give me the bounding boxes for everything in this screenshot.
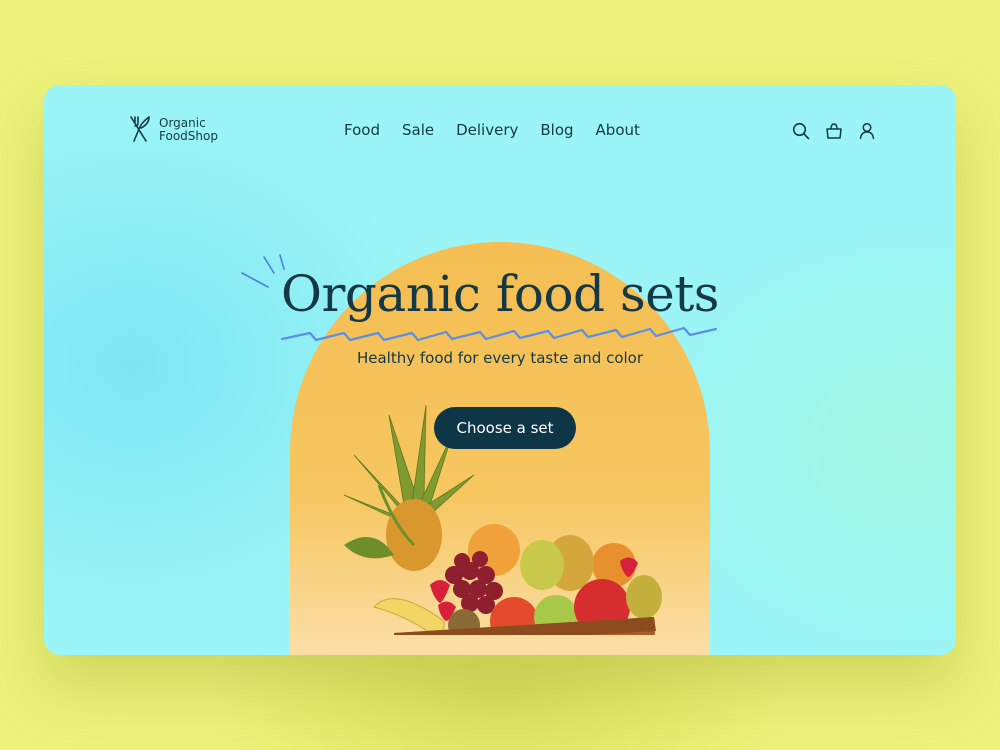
nav-blog[interactable]: Blog xyxy=(540,121,573,139)
search-button[interactable] xyxy=(791,121,810,140)
landing-card: Organic FoodShop Food Sale Delivery Blog… xyxy=(44,85,956,655)
nav-sale[interactable]: Sale xyxy=(402,121,434,139)
account-button[interactable] xyxy=(857,121,876,140)
fork-knife-icon xyxy=(130,116,150,142)
hero-title: Organic food sets xyxy=(281,265,719,323)
brand-line-2: FoodShop xyxy=(159,129,218,143)
nav-about[interactable]: About xyxy=(596,121,640,139)
nav-food[interactable]: Food xyxy=(344,121,380,139)
brand-logo[interactable]: Organic FoodShop xyxy=(127,115,218,145)
header-actions xyxy=(791,121,876,140)
squiggle-underline xyxy=(280,326,718,342)
main-nav: Food Sale Delivery Blog About xyxy=(344,121,662,139)
nav-delivery[interactable]: Delivery xyxy=(456,121,518,139)
cart-icon xyxy=(825,122,842,139)
hero-subtitle: Healthy food for every taste and color xyxy=(356,349,644,367)
brand-name: Organic FoodShop xyxy=(159,117,218,143)
search-icon xyxy=(792,122,809,139)
user-icon xyxy=(859,122,874,139)
cart-button[interactable] xyxy=(824,121,843,140)
choose-set-button[interactable]: Choose a set xyxy=(434,407,576,449)
